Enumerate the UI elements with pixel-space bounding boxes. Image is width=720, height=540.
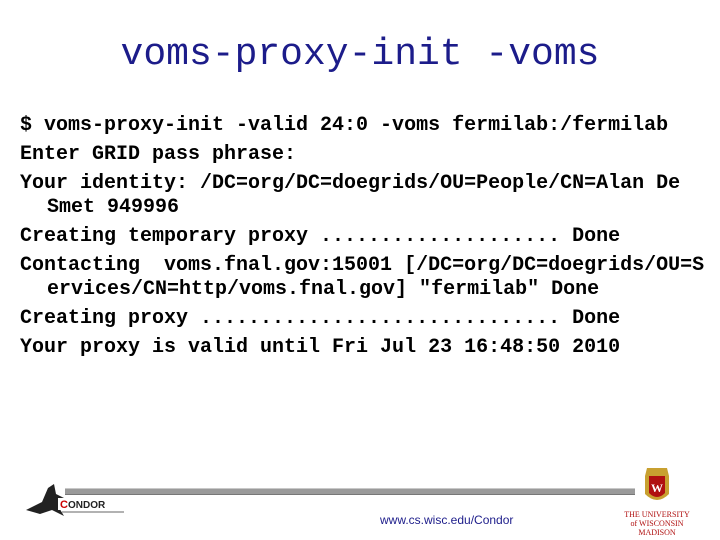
svg-text:ONDOR: ONDOR [68,500,106,511]
uw-logo-text: THE UNIVERSITY of WISCONSIN MADISON [624,510,690,537]
terminal-line: Creating temporary proxy ...............… [20,225,621,248]
terminal-line: Your proxy is valid until Fri Jul 23 16:… [20,336,621,359]
terminal-line: Enter GRID pass phrase: [20,143,297,166]
terminal-line: Creating proxy .........................… [20,307,621,330]
terminal-line: Contacting voms.fnal.gov:15001 [/DC=org/… [20,254,705,301]
svg-text:C: C [60,499,68,511]
condor-bird-icon: C ONDOR [26,484,124,516]
terminal-line: Your identity: /DC=org/DC=doegrids/OU=Pe… [20,172,693,219]
svg-text:W: W [651,481,663,495]
terminal-output: $ voms-proxy-init -valid 24:0 -voms ferm… [20,114,710,365]
condor-logo: C ONDOR [24,480,134,520]
footer-url[interactable]: www.cs.wisc.edu/Condor [380,513,513,527]
uw-madison-logo: W THE UNIVERSITY of WISCONSIN MADISON [622,464,692,540]
footer-divider [65,488,635,495]
slide-title: voms-proxy-init -voms [120,33,600,76]
terminal-line: $ voms-proxy-init -valid 24:0 -voms ferm… [20,114,669,137]
uw-crest-icon: W [645,468,669,500]
